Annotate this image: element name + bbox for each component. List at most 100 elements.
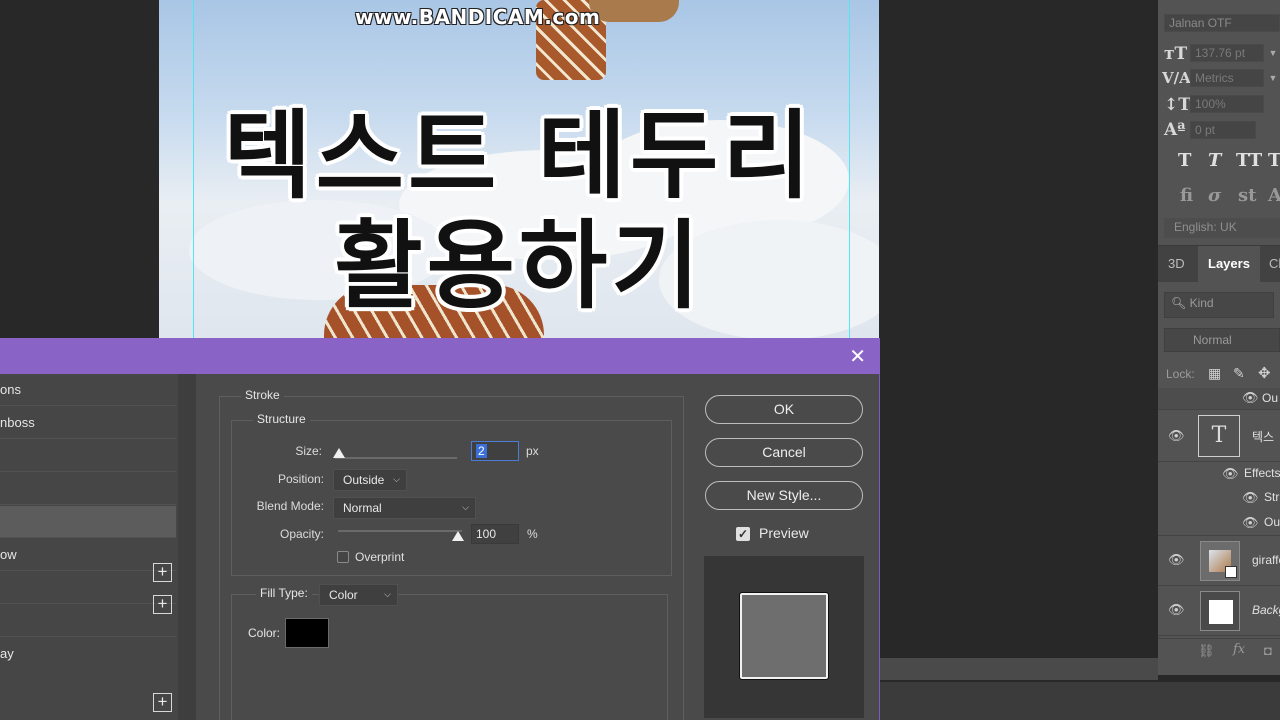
stylistic-icon[interactable]: A	[1268, 185, 1280, 206]
layers-panel: 3D Layers Ch 🔍︎ Kind Normal Lock: ▦ ✎ ✥ …	[1158, 245, 1280, 675]
style-item[interactable]	[0, 605, 176, 637]
style-item[interactable]: ow	[0, 539, 176, 571]
add-effect-button[interactable]: +	[153, 595, 172, 614]
color-label: Color:	[248, 626, 281, 640]
dialog-title-bar[interactable]: ✕	[0, 338, 880, 374]
layer-filter-field[interactable]: 🔍︎ Kind	[1164, 292, 1274, 318]
fill-type-select[interactable]: Color ⌵	[319, 584, 398, 606]
cancel-button[interactable]: Cancel	[705, 438, 863, 467]
size-label: Size:	[295, 444, 322, 458]
background-layer-thumbnail	[1200, 591, 1240, 631]
stroke-title: Stroke	[241, 388, 284, 402]
style-item[interactable]: ons	[0, 374, 176, 406]
search-icon: 🔍︎	[1171, 296, 1187, 310]
ok-button[interactable]: OK	[705, 395, 863, 424]
effect-stroke-row[interactable]: 👁︎ Str	[1158, 486, 1280, 510]
color-swatch[interactable]	[285, 618, 329, 648]
style-item[interactable]: nboss	[0, 407, 176, 439]
baseline-shift-field[interactable]: 0 pt	[1190, 121, 1256, 139]
language-select[interactable]: English: UK	[1164, 218, 1280, 238]
style-item-stroke[interactable]	[0, 506, 176, 538]
chevron-down-icon: ⌵	[462, 502, 469, 512]
lock-move-icon[interactable]: ✥	[1258, 364, 1271, 382]
eye-icon[interactable]: 👁︎	[1168, 552, 1185, 568]
overprint-checkbox[interactable]	[337, 551, 349, 563]
lock-brush-icon[interactable]: ✎	[1233, 365, 1245, 382]
kerning-field[interactable]: Metrics	[1190, 69, 1264, 87]
layer-row-background[interactable]: 👁︎ Backg	[1158, 586, 1280, 636]
close-icon[interactable]: ✕	[849, 344, 866, 369]
size-unit: px	[526, 444, 539, 458]
canvas-text-line2[interactable]: 활용하기	[159, 188, 879, 327]
eye-icon[interactable]: 👁︎	[1168, 602, 1185, 618]
bandicam-watermark: www.BANDICAM.com	[355, 5, 601, 29]
size-slider-thumb[interactable]	[333, 448, 345, 458]
layer-row-text[interactable]: 👁︎ T 텍스	[1158, 410, 1280, 462]
mask-icon[interactable]: ◘	[1264, 643, 1272, 658]
layer-name: Ou	[1262, 391, 1279, 405]
layers-bottom-bar: ⛓ fx ◘	[1158, 638, 1280, 668]
font-size-icon: ᴛT	[1164, 44, 1188, 64]
chevron-down-icon[interactable]: ▼	[1266, 69, 1280, 87]
ligature-icon[interactable]: fi	[1180, 185, 1193, 206]
styles-list-scrollbar[interactable]	[178, 374, 196, 720]
eye-icon[interactable]: 👁︎	[1168, 428, 1185, 444]
baseline-shift-icon: Aª	[1164, 120, 1186, 140]
small-caps-icon[interactable]: T	[1268, 150, 1280, 171]
status-strip	[880, 658, 1158, 680]
eye-icon[interactable]: 👁︎	[1242, 390, 1259, 406]
faux-bold-icon[interactable]: T	[1178, 150, 1191, 171]
effects-row[interactable]: 👁︎ Effects	[1158, 462, 1280, 486]
opacity-slider-thumb[interactable]	[452, 531, 464, 541]
blend-mode-value: Normal	[343, 501, 382, 515]
lock-transparent-icon[interactable]: ▦	[1208, 365, 1221, 382]
fill-type-value: Color	[329, 588, 358, 602]
character-panel: Jalnan OTF ᴛT 137.76 pt ▼ V/A Metrics ▼ …	[1158, 0, 1280, 245]
vertical-scale-field[interactable]: 100%	[1190, 95, 1264, 113]
size-slider[interactable]	[335, 457, 457, 459]
style-item[interactable]	[0, 473, 176, 505]
new-style-button[interactable]: New Style...	[705, 481, 863, 510]
style-item[interactable]	[0, 440, 176, 472]
blend-mode-select[interactable]: Normal	[1164, 328, 1280, 352]
layer-effect-row[interactable]: 👁︎ Ou	[1158, 388, 1280, 410]
background-thumb-image	[1209, 600, 1233, 624]
effect-outer-glow-row[interactable]: 👁︎ Ou	[1158, 510, 1280, 536]
preview-checkbox[interactable]: ✓	[736, 527, 750, 541]
add-effect-button[interactable]: +	[153, 693, 172, 712]
layer-name: 텍스	[1252, 430, 1275, 444]
tab-layers[interactable]: Layers	[1198, 246, 1260, 282]
giraffe-layer-thumbnail	[1200, 541, 1240, 581]
eye-icon[interactable]: 👁︎	[1242, 490, 1259, 506]
blend-mode-select[interactable]: Normal ⌵	[333, 497, 476, 519]
opacity-label: Opacity:	[279, 527, 324, 541]
font-family-field[interactable]: Jalnan OTF	[1164, 14, 1280, 32]
position-select[interactable]: Outside ⌵	[333, 469, 407, 491]
add-stroke-button[interactable]: +	[153, 563, 172, 582]
style-item[interactable]	[0, 572, 176, 604]
font-size-field[interactable]: 137.76 pt	[1190, 44, 1264, 62]
tab-channels[interactable]: Ch	[1259, 246, 1280, 282]
old-style-icon[interactable]: σ	[1208, 185, 1221, 206]
eye-icon[interactable]: 👁︎	[1222, 466, 1239, 482]
fill-type-group	[231, 594, 668, 720]
document-canvas[interactable]: 텍스트 테두리 활용하기	[159, 0, 879, 338]
layer-name: Backg	[1252, 603, 1280, 617]
fx-icon[interactable]: fx	[1233, 642, 1245, 657]
chevron-down-icon: ⌵	[393, 474, 400, 484]
size-value: 2	[476, 444, 487, 458]
eye-icon[interactable]: 👁︎	[1242, 515, 1259, 531]
all-caps-icon[interactable]: TT	[1236, 150, 1262, 171]
opacity-input[interactable]: 100	[471, 524, 519, 544]
size-input[interactable]: 2	[471, 441, 519, 461]
tab-3d[interactable]: 3D	[1158, 246, 1195, 282]
swash-icon[interactable]: st	[1238, 185, 1256, 206]
chevron-down-icon[interactable]: ▼	[1266, 44, 1280, 62]
layer-style-dialog: ✕ ons nboss ow ay + + + Stroke Structure…	[0, 338, 880, 720]
layer-row-giraffe[interactable]: 👁︎ giraffe	[1158, 536, 1280, 586]
style-item[interactable]: ay	[0, 638, 176, 670]
blend-mode-label: Blend Mode:	[256, 499, 324, 513]
link-icon[interactable]: ⛓	[1198, 643, 1215, 659]
opacity-slider[interactable]	[338, 530, 462, 532]
faux-italic-icon[interactable]: T	[1208, 150, 1221, 171]
